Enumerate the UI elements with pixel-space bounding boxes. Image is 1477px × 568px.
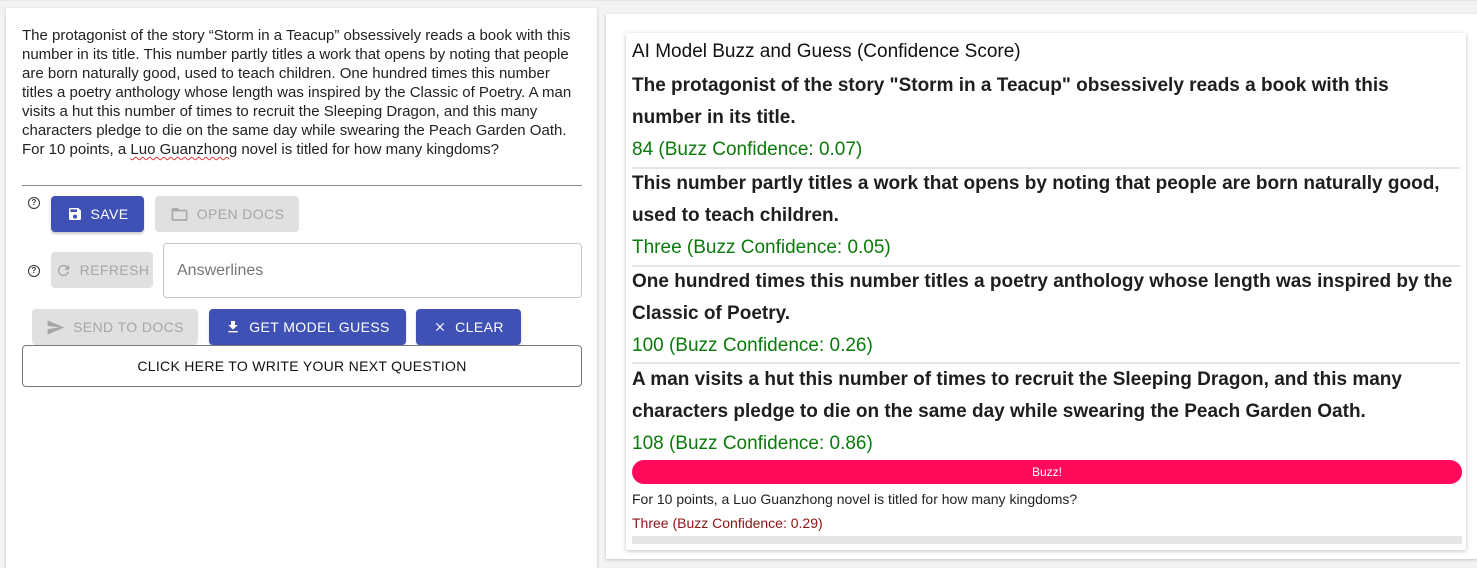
get-model-guess-button-label: GET MODEL GUESS (249, 319, 390, 335)
clear-button-label: CLEAR (455, 319, 504, 335)
guess-text: 100 (Buzz Confidence: 0.26) (632, 335, 873, 356)
clue-text: The protagonist of the story "Storm in a… (632, 75, 1389, 128)
buzz-indicator: Buzz! (632, 460, 1462, 484)
answerlines-input[interactable] (163, 243, 582, 298)
open-docs-button[interactable]: OPEN DOCS (155, 196, 299, 232)
save-button[interactable]: SAVE (51, 196, 144, 232)
download-icon (228, 321, 238, 333)
final-clue-text: For 10 points, a Luo Guanzhong novel is … (632, 491, 1078, 507)
clue-text: One hundred times this number titles a p… (632, 271, 1453, 324)
horizontal-scrollbar[interactable] (632, 536, 1462, 544)
refresh-icon (57, 264, 69, 276)
clear-button[interactable]: CLEAR (416, 309, 521, 345)
clue-text: This number partly titles a work that op… (632, 173, 1440, 226)
top-divider (0, 0, 1477, 1)
final-guess-text: Three (Buzz Confidence: 0.29) (632, 515, 823, 531)
get-model-guess-button[interactable]: GET MODEL GUESS (209, 309, 406, 345)
model-output-panel: AI Model Buzz and Guess (Confidence Scor… (606, 14, 1477, 559)
question-text-main: The protagonist of the story “Storm in a… (22, 27, 572, 158)
send-icon (47, 319, 65, 335)
question-divider (22, 185, 582, 186)
model-buzz-card: AI Model Buzz and Guess (Confidence Scor… (626, 33, 1466, 550)
send-to-docs-button-label: SEND TO DOCS (73, 319, 184, 335)
refresh-button[interactable]: REFRESH (51, 252, 153, 288)
question-editor-panel: The protagonist of the story “Storm in a… (6, 8, 597, 568)
write-next-question-button[interactable]: CLICK HERE TO WRITE YOUR NEXT QUESTION (22, 345, 582, 387)
guess-text: 108 (Buzz Confidence: 0.86) (632, 433, 873, 454)
question-text-end: novel is titled for how many kingdoms? (237, 141, 499, 158)
save-icon (68, 208, 81, 220)
save-button-label: SAVE (90, 206, 129, 222)
folder-icon (171, 207, 188, 221)
help-icon-refresh[interactable]: ? (28, 265, 40, 277)
help-icon[interactable]: ? (28, 197, 40, 209)
question-text-misspelled: Luo Guanzhong (130, 141, 238, 158)
clue-text: A man visits a hut this number of times … (632, 369, 1402, 422)
send-to-docs-button[interactable]: SEND TO DOCS (32, 309, 198, 345)
close-icon (436, 322, 445, 332)
guess-text: 84 (Buzz Confidence: 0.07) (632, 139, 863, 160)
refresh-button-label: REFRESH (79, 262, 150, 278)
question-text[interactable]: The protagonist of the story “Storm in a… (22, 26, 582, 159)
guess-text: Three (Buzz Confidence: 0.05) (632, 237, 891, 258)
card-title: AI Model Buzz and Guess (Confidence Scor… (632, 41, 1021, 62)
open-docs-button-label: OPEN DOCS (196, 206, 285, 222)
